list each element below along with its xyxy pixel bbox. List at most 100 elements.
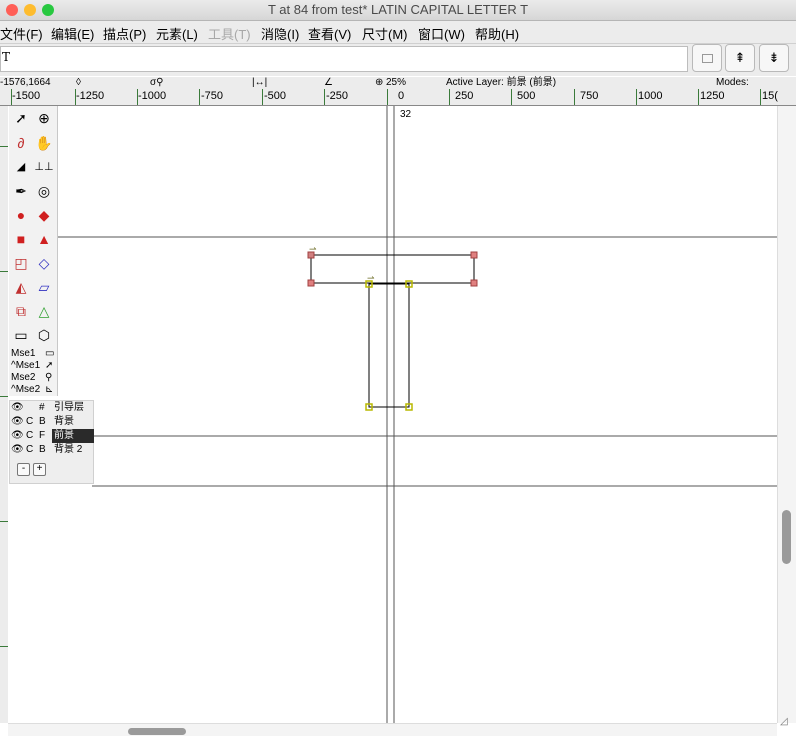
layer-cubic-flag: C <box>26 444 34 455</box>
flip-tool-icon[interactable]: ◭ <box>10 276 32 298</box>
menu-element[interactable]: 元素(L) <box>156 24 198 43</box>
pen-tool-icon[interactable]: ✒ <box>10 180 32 202</box>
layer-cubic-flag: C <box>26 430 34 441</box>
horizontal-scrollbar[interactable] <box>8 723 777 736</box>
menu-file[interactable]: 文件(F) <box>0 24 43 43</box>
ruler-label: -1250 <box>76 90 105 102</box>
vertical-scrollbar[interactable] <box>777 106 796 723</box>
tool-palette: ➚ ⊕ ∂ ✋ ◢ ⊥⊥ ✒ ◎ ● ◆ ■ ▲ ◰ ◇ ◭ ▱ ⧉ △ ▭ ⬡… <box>9 106 58 396</box>
eye-icon[interactable]: 👁 <box>11 415 24 429</box>
minimize-window-button[interactable] <box>24 4 36 16</box>
ruler-label: -250 <box>326 90 349 102</box>
mouse-binding-label: Mse1 <box>11 348 36 359</box>
on-curve-point <box>470 251 478 259</box>
layer-cubic-flag: C <box>26 416 34 427</box>
menu-tools: 工具(T) <box>208 27 251 42</box>
on-curve-point <box>470 279 478 287</box>
close-window-button[interactable] <box>6 4 18 16</box>
mouse-binding-label: Mse2 <box>11 372 36 383</box>
zoom-icon: ⊕ <box>375 77 384 88</box>
pointer-tool-icon[interactable]: ➚ <box>10 107 32 129</box>
cursor-coords: -1576,1664 <box>0 77 51 88</box>
zoom-level: 25% <box>386 77 407 88</box>
mouse-binding-label: ^Mse2 <box>11 384 41 395</box>
menu-bar: 文件(F) 编辑(E) 描点(P) 元素(L) 工具(T) 消隐(I) 查看(V… <box>0 21 796 44</box>
scroll-hand-icon[interactable]: ✋ <box>33 132 55 154</box>
eye-icon[interactable]: 👁 <box>11 401 24 415</box>
direction-arrow: ⇀ <box>367 274 375 284</box>
eye-icon[interactable]: 👁 <box>11 429 24 443</box>
layer-row[interactable]: 👁 C B 背景 2 <box>10 443 93 457</box>
hvcurve-point-icon[interactable]: ◆ <box>33 204 55 226</box>
rectangle-icon: ▭ <box>45 348 55 359</box>
magnify-icon: ⚲ <box>45 372 53 383</box>
ruler-label: 750 <box>580 90 599 102</box>
ruler-label: -500 <box>264 90 287 102</box>
spiro-tool-icon[interactable]: ◎ <box>33 180 55 202</box>
layer-row[interactable]: 👁 C F 前景 <box>10 429 94 443</box>
skew-tool-icon[interactable]: ▱ <box>33 276 55 298</box>
glyph-options-button[interactable] <box>692 44 722 72</box>
ruler-tool-icon[interactable]: ⊥⊥ <box>33 156 55 178</box>
ruler-label: 500 <box>517 90 536 102</box>
curve-point-icon[interactable]: ● <box>10 204 32 226</box>
layer-row[interactable]: 👁 C B 背景 <box>10 415 93 429</box>
ruler-label: -1500 <box>12 90 41 102</box>
horizontal-scroll-thumb[interactable] <box>128 728 186 735</box>
advance-label: 32 <box>400 109 412 120</box>
next-glyph-button[interactable]: ⇟ <box>759 44 789 72</box>
add-layer-button[interactable]: + <box>33 463 46 476</box>
glyph-field-row: T ⇞ ⇟ <box>0 44 796 76</box>
scale-tool-icon[interactable]: ◰ <box>10 252 32 274</box>
layer-header-num: # <box>39 402 45 413</box>
info-bar: -1576,1664 ◊ σ⚲ |↔| ∠ ⊕ 25% Active Layer… <box>0 77 796 89</box>
eye-icon[interactable]: 👁 <box>11 443 24 457</box>
3d-rotate-tool-icon[interactable]: ⧉ <box>10 300 32 322</box>
menu-metrics[interactable]: 尺寸(M) <box>362 24 408 43</box>
menu-hints[interactable]: 消隐(I) <box>261 24 299 43</box>
menu-window[interactable]: 窗口(W) <box>418 24 465 43</box>
on-curve-point <box>307 279 315 287</box>
menu-edit[interactable]: 编辑(E) <box>51 24 94 43</box>
layer-row-guide[interactable]: 👁 # 引导层 <box>10 401 93 415</box>
layer-name-selected: 前景 <box>52 429 94 443</box>
distance-icon: |↔| <box>252 77 268 88</box>
rectangle-tool-icon[interactable]: ▭ <box>10 324 32 346</box>
window-title: T at 84 from test* LATIN CAPITAL LETTER … <box>267 2 529 17</box>
ruler-label: 1000 <box>638 90 663 102</box>
glyph-name-input[interactable]: T <box>0 46 688 72</box>
layer-name: 背景 <box>54 416 74 427</box>
resize-grip-icon[interactable]: ◿ <box>780 716 788 727</box>
perspective-tool-icon[interactable]: △ <box>33 300 55 322</box>
layer-type: F <box>39 430 46 441</box>
glyph-canvas[interactable]: ⇀ ⇀ 32 <box>8 106 777 723</box>
remove-layer-button[interactable]: - <box>17 463 30 476</box>
zoom-window-button[interactable] <box>42 4 54 16</box>
window-title-bar: T at 84 from test* LATIN CAPITAL LETTER … <box>0 0 796 21</box>
crossbar-contour <box>310 254 475 284</box>
layers-panel: 👁 # 引导层 👁 C B 背景 👁 C F 前景 👁 C B 背景 2 - + <box>9 400 94 484</box>
menu-view[interactable]: 查看(V) <box>308 24 351 43</box>
horizontal-ruler: -1500 -1250 -1000 -750 -500 -250 0 250 5… <box>0 89 796 106</box>
corner-point-icon[interactable]: ■ <box>10 228 32 250</box>
layer-type: B <box>39 444 46 455</box>
polygon-tool-icon[interactable]: ⬡ <box>33 324 55 346</box>
layer-type: B <box>39 416 46 427</box>
layer-name: 背景 2 <box>54 444 83 455</box>
rotate-tool-icon[interactable]: ◇ <box>33 252 55 274</box>
knife-tool-icon[interactable]: ◢ <box>10 156 32 178</box>
ruler-label: 15( <box>762 90 778 102</box>
vertical-scroll-thumb[interactable] <box>782 510 791 564</box>
menu-help[interactable]: 帮助(H) <box>475 24 519 43</box>
list-icon <box>701 54 713 63</box>
glyph-outline-view: ⇀ ⇀ <box>56 106 777 723</box>
previous-glyph-button[interactable]: ⇞ <box>725 44 755 72</box>
tangent-point-icon[interactable]: ▲ <box>33 228 55 250</box>
point-icon: ◊ <box>76 77 81 88</box>
freehand-tool-icon[interactable]: ∂ <box>10 132 32 154</box>
layer-name: 引导层 <box>54 402 84 413</box>
menu-point[interactable]: 描点(P) <box>103 24 146 43</box>
pointer-icon: ➚ <box>45 360 54 371</box>
magnify-tool-icon[interactable]: ⊕ <box>33 107 55 129</box>
mouse-binding-label: ^Mse1 <box>11 360 41 371</box>
